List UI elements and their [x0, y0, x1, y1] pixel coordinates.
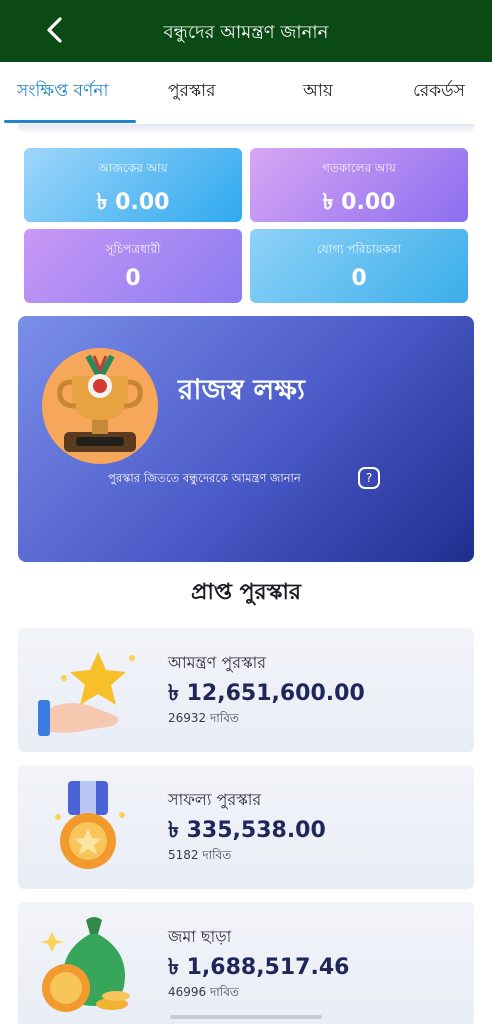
tab-records[interactable]: রেকর্ডস: [413, 78, 465, 106]
reward-amount: ৳ 12,651,600.00: [168, 681, 365, 706]
star-hand-icon: [32, 638, 144, 742]
stat-label: গতকালের আয়: [322, 161, 396, 175]
reward-card-success[interactable]: সাফল্য পুরস্কার ৳ 335,538.00 5182 দাবিত: [18, 765, 474, 889]
revenue-target-banner: রাজস্ব লক্ষ্য পুরস্কার জিততে বন্ধুদেরকে …: [18, 316, 474, 562]
stat-qualified-referrers: যোগ্য পরিচায়করা 0: [250, 229, 468, 303]
stat-value: ৳ 0.00: [96, 190, 170, 215]
stat-value: 0: [125, 266, 141, 291]
stat-label: যোগ্য পরিচায়করা: [316, 242, 402, 256]
stat-today-income: আজকের আয় ৳ 0.00: [24, 148, 242, 222]
stat-label: আজকের আয়: [98, 161, 168, 175]
divider: [18, 124, 474, 134]
reward-claims: 5182 দাবিত: [168, 848, 232, 862]
tab-income[interactable]: আয়: [303, 78, 333, 106]
trophy-icon: [42, 348, 158, 464]
stat-value: ৳ 0.00: [322, 190, 396, 215]
reward-card-deposit[interactable]: জমা ছাড়া ৳ 1,688,517.46 46996 দাবিত: [18, 902, 474, 1024]
stat-label: সূচিপত্রধারী: [105, 242, 161, 256]
active-tab-indicator: [4, 120, 136, 123]
reward-claims: 46996 দাবিত: [168, 985, 239, 999]
reward-amount: ৳ 1,688,517.46: [168, 955, 350, 980]
reward-amount: ৳ 335,538.00: [168, 818, 326, 843]
reward-name: সাফল্য পুরস্কার: [168, 790, 262, 809]
reward-name: আমন্ত্রণ পুরস্কার: [168, 653, 267, 672]
page-title: বন্ধুদের আমন্ত্রণ জানান: [163, 22, 329, 43]
tab-rewards[interactable]: পুরস্কার: [168, 78, 215, 106]
reward-name: জমা ছাড়া: [168, 927, 232, 946]
app-header: বন্ধুদের আমন্ত্রণ জানান: [0, 0, 492, 62]
help-icon[interactable]: ?: [358, 467, 380, 489]
reward-card-invite[interactable]: আমন্ত্রণ পুরস্কার ৳ 12,651,600.00 26932 …: [18, 628, 474, 752]
tab-bar: সংক্ষিপ্ত বর্ণনা পুরস্কার আয় রেকর্ডস: [0, 62, 492, 124]
money-bag-icon: [32, 912, 144, 1016]
stat-value: 0: [351, 266, 367, 291]
tab-summary[interactable]: সংক্ষিপ্ত বর্ণনা: [17, 78, 108, 106]
stat-referrals: সূচিপত্রধারী 0: [24, 229, 242, 303]
banner-subtitle: পুরস্কার জিততে বন্ধুদেরকে আমন্ত্রণ জানান: [108, 471, 301, 485]
home-indicator: [170, 1015, 322, 1019]
banner-title: রাজস্ব লক্ষ্য: [178, 373, 306, 406]
rewards-section-title: প্রাপ্ত পুরস্কার: [191, 580, 301, 605]
reward-claims: 26932 দাবিত: [168, 711, 239, 725]
medal-icon: [32, 775, 144, 879]
stat-yesterday-income: গতকালের আয় ৳ 0.00: [250, 148, 468, 222]
